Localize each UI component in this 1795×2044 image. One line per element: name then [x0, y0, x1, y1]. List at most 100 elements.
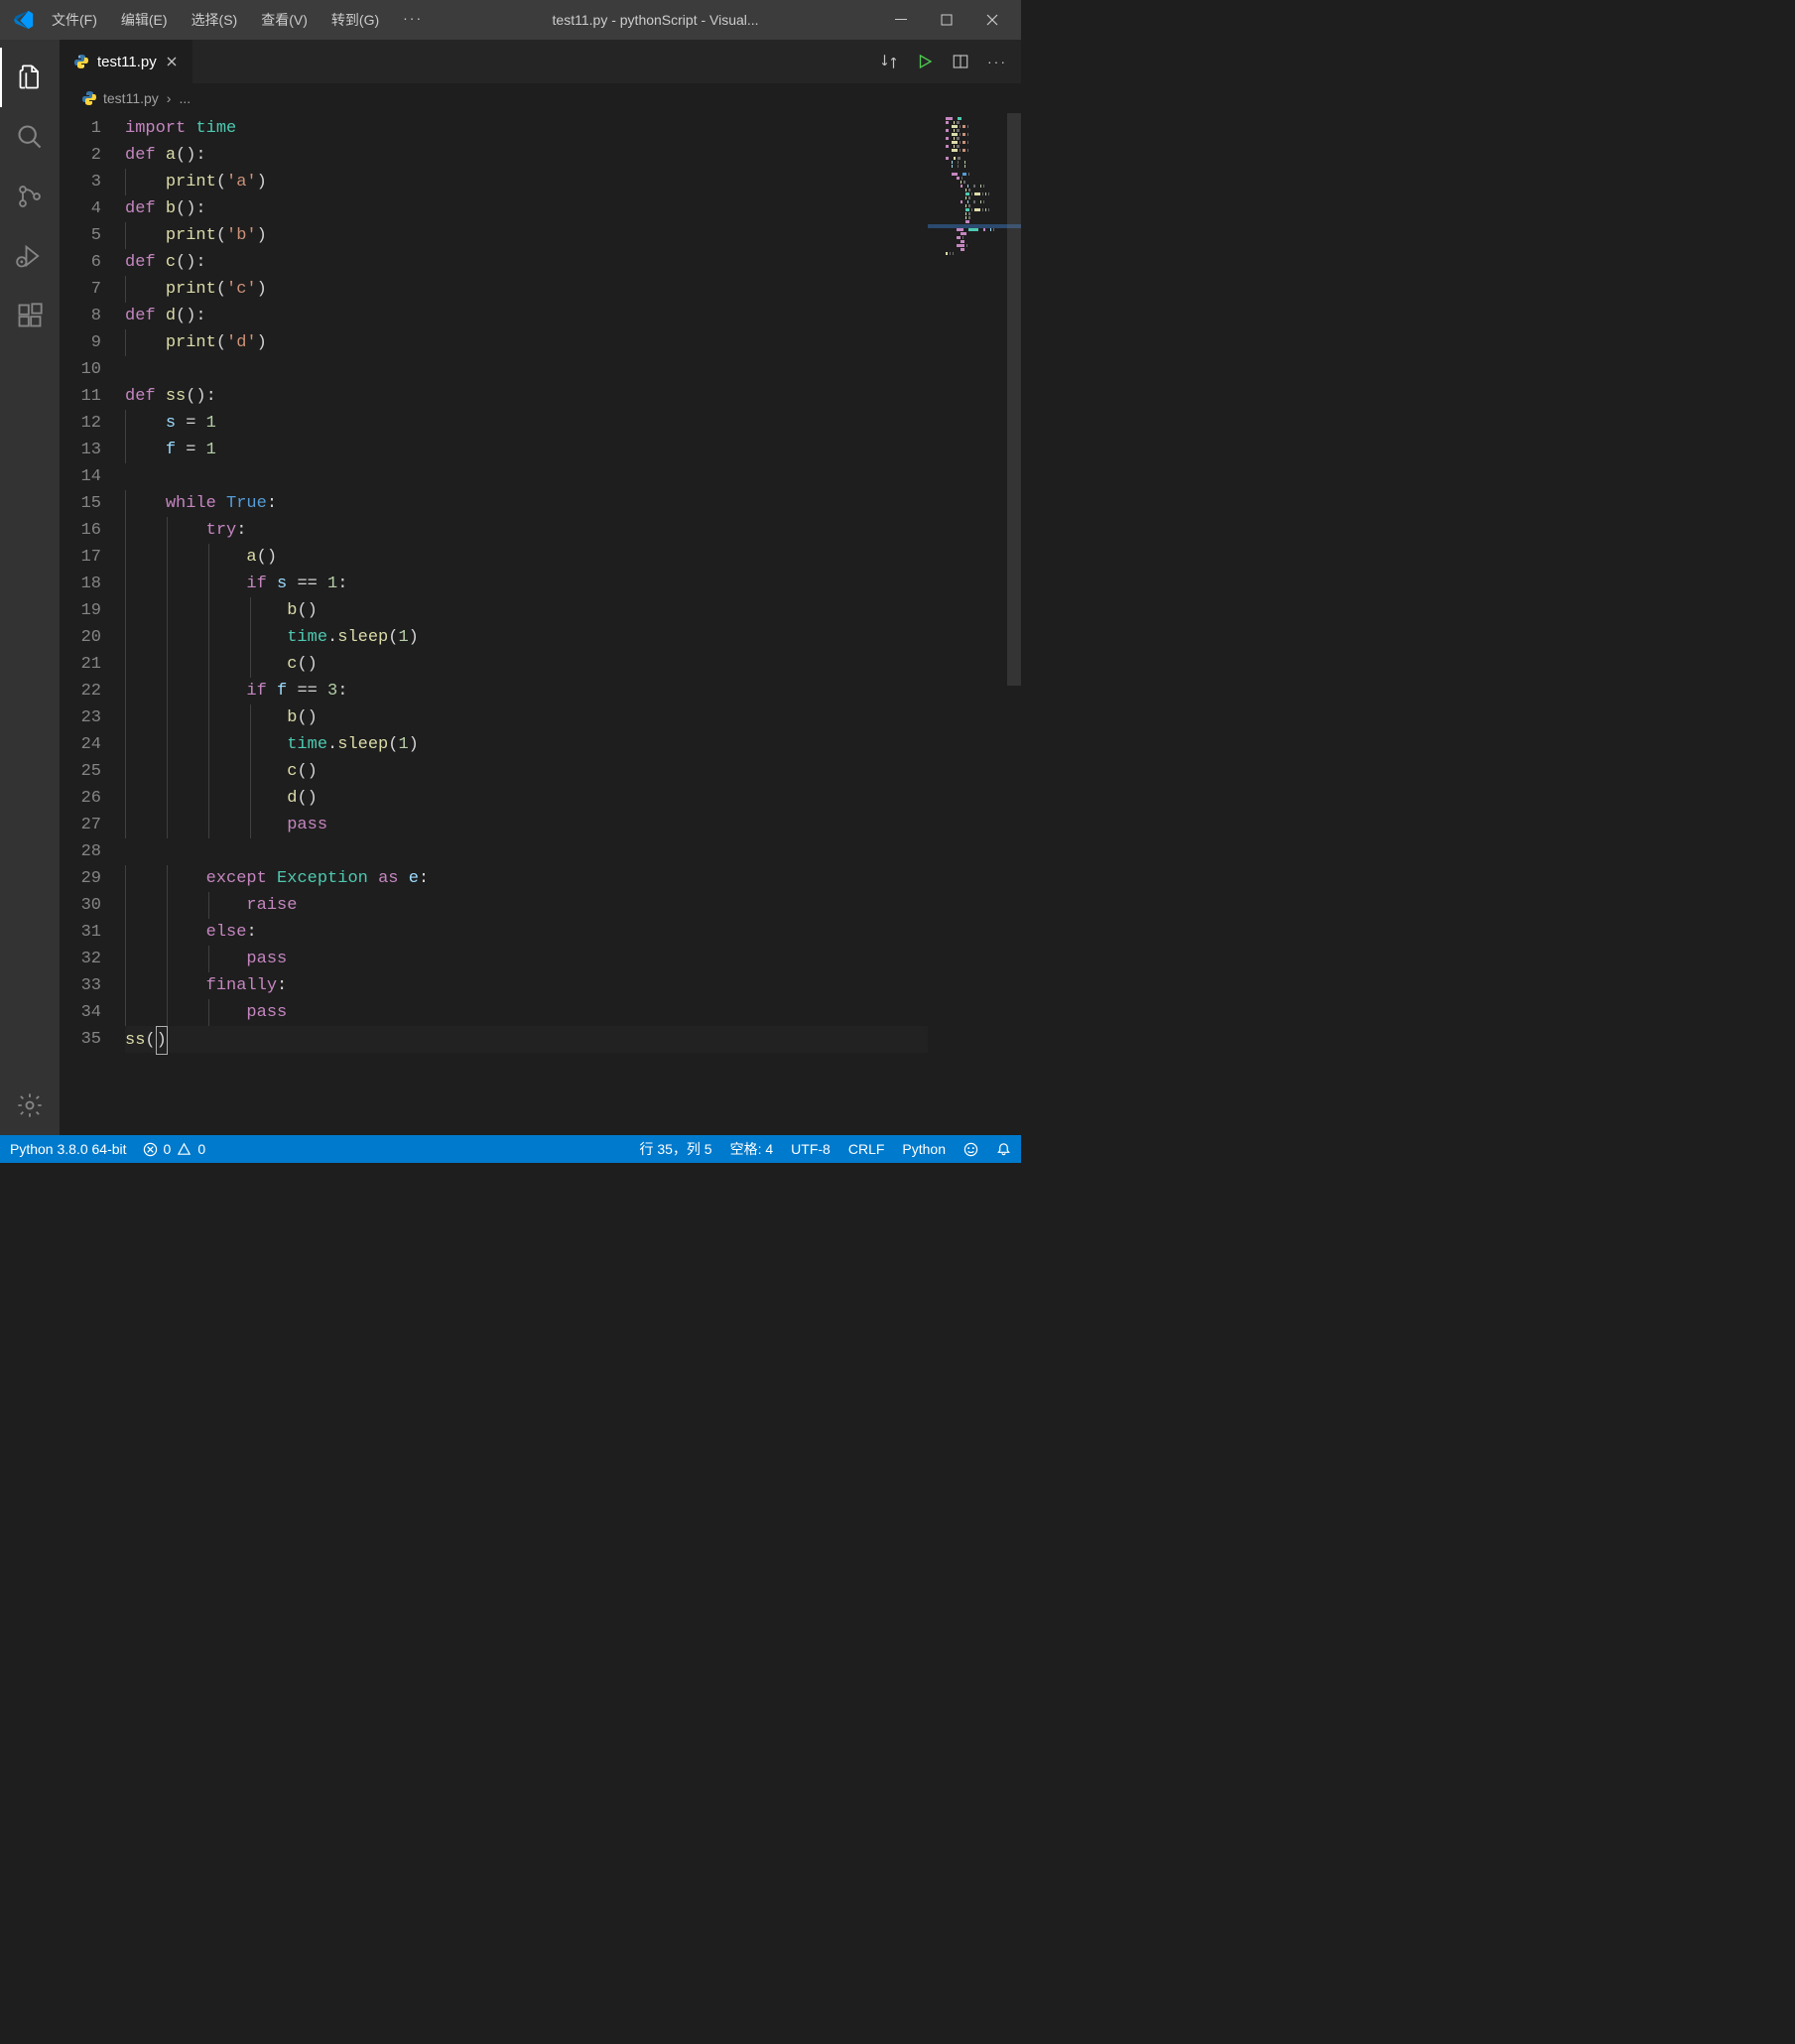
- code-line[interactable]: try:: [125, 517, 1021, 544]
- breadcrumbs[interactable]: test11.py › ...: [60, 83, 1021, 113]
- code-line[interactable]: print('c'): [125, 276, 1021, 303]
- code-line[interactable]: c(): [125, 651, 1021, 678]
- more-actions-icon[interactable]: ···: [987, 54, 1007, 69]
- run-icon[interactable]: [916, 53, 934, 70]
- code-line[interactable]: print('a'): [125, 169, 1021, 195]
- menu-selection[interactable]: 选择(S): [182, 5, 248, 35]
- line-number[interactable]: 11: [60, 383, 101, 410]
- code-line[interactable]: import time: [125, 115, 1021, 142]
- line-number[interactable]: 15: [60, 490, 101, 517]
- line-number[interactable]: 1: [60, 115, 101, 142]
- line-number[interactable]: 28: [60, 838, 101, 865]
- line-number[interactable]: 30: [60, 892, 101, 919]
- settings-gear-icon[interactable]: [0, 1076, 60, 1135]
- code-line[interactable]: def ss():: [125, 383, 1021, 410]
- code-line[interactable]: pass: [125, 999, 1021, 1026]
- code-line[interactable]: print('d'): [125, 329, 1021, 356]
- line-number[interactable]: 23: [60, 704, 101, 731]
- status-bell-icon[interactable]: [996, 1142, 1011, 1157]
- menu-overflow[interactable]: ···: [393, 5, 433, 35]
- code-line[interactable]: b(): [125, 597, 1021, 624]
- code-line[interactable]: if f == 3:: [125, 678, 1021, 704]
- menu-go[interactable]: 转到(G): [321, 5, 389, 35]
- code-line[interactable]: raise: [125, 892, 1021, 919]
- code-line[interactable]: [125, 356, 1021, 383]
- code-line[interactable]: time.sleep(1): [125, 731, 1021, 758]
- tab-close-icon[interactable]: [165, 55, 179, 68]
- line-number[interactable]: 4: [60, 195, 101, 222]
- code-line[interactable]: else:: [125, 919, 1021, 946]
- search-icon[interactable]: [0, 107, 60, 167]
- code-line[interactable]: finally:: [125, 972, 1021, 999]
- explorer-icon[interactable]: [0, 48, 60, 107]
- code-line[interactable]: if s == 1:: [125, 571, 1021, 597]
- code-line[interactable]: d(): [125, 785, 1021, 812]
- line-number[interactable]: 7: [60, 276, 101, 303]
- line-number[interactable]: 32: [60, 946, 101, 972]
- extensions-icon[interactable]: [0, 286, 60, 345]
- code-line[interactable]: a(): [125, 544, 1021, 571]
- line-number[interactable]: 10: [60, 356, 101, 383]
- status-python-version[interactable]: Python 3.8.0 64-bit: [10, 1141, 127, 1157]
- line-number[interactable]: 8: [60, 303, 101, 329]
- status-indent[interactable]: 空格: 4: [730, 1139, 774, 1159]
- line-number[interactable]: 17: [60, 544, 101, 571]
- code-line[interactable]: except Exception as e:: [125, 865, 1021, 892]
- menu-edit[interactable]: 编辑(E): [111, 5, 178, 35]
- line-number[interactable]: 6: [60, 249, 101, 276]
- line-number[interactable]: 26: [60, 785, 101, 812]
- line-number[interactable]: 19: [60, 597, 101, 624]
- line-number[interactable]: 5: [60, 222, 101, 249]
- line-number[interactable]: 35: [60, 1026, 101, 1053]
- line-number[interactable]: 29: [60, 865, 101, 892]
- code-line[interactable]: while True:: [125, 490, 1021, 517]
- code-line[interactable]: [125, 838, 1021, 865]
- split-editor-icon[interactable]: [952, 53, 969, 70]
- line-number[interactable]: 18: [60, 571, 101, 597]
- line-number[interactable]: 22: [60, 678, 101, 704]
- editor-body[interactable]: 1234567891011121314151617181920212223242…: [60, 113, 1021, 1135]
- line-number[interactable]: 20: [60, 624, 101, 651]
- code-content[interactable]: import timedef a(): print('a')def b(): p…: [125, 113, 1021, 1135]
- debug-icon[interactable]: [0, 226, 60, 286]
- code-line[interactable]: f = 1: [125, 437, 1021, 463]
- code-line[interactable]: c(): [125, 758, 1021, 785]
- status-feedback-icon[interactable]: [963, 1142, 978, 1157]
- line-number[interactable]: 24: [60, 731, 101, 758]
- line-number[interactable]: 34: [60, 999, 101, 1026]
- status-problems[interactable]: 0 0: [143, 1141, 206, 1157]
- code-line[interactable]: pass: [125, 946, 1021, 972]
- code-line[interactable]: def b():: [125, 195, 1021, 222]
- menu-view[interactable]: 查看(V): [251, 5, 318, 35]
- line-gutter[interactable]: 1234567891011121314151617181920212223242…: [60, 113, 125, 1135]
- line-number[interactable]: 21: [60, 651, 101, 678]
- code-line[interactable]: print('b'): [125, 222, 1021, 249]
- code-line[interactable]: pass: [125, 812, 1021, 838]
- line-number[interactable]: 31: [60, 919, 101, 946]
- tab-test11[interactable]: test11.py: [60, 40, 193, 83]
- close-button[interactable]: [969, 0, 1015, 40]
- line-number[interactable]: 13: [60, 437, 101, 463]
- line-number[interactable]: 9: [60, 329, 101, 356]
- status-language[interactable]: Python: [902, 1141, 946, 1157]
- line-number[interactable]: 27: [60, 812, 101, 838]
- code-line[interactable]: [125, 463, 1021, 490]
- code-line[interactable]: ss(): [125, 1026, 1021, 1053]
- code-line[interactable]: s = 1: [125, 410, 1021, 437]
- code-line[interactable]: def c():: [125, 249, 1021, 276]
- line-number[interactable]: 25: [60, 758, 101, 785]
- status-encoding[interactable]: UTF-8: [791, 1141, 831, 1157]
- line-number[interactable]: 2: [60, 142, 101, 169]
- minimize-button[interactable]: [878, 0, 924, 40]
- scrollbar-thumb[interactable]: [1007, 113, 1021, 686]
- line-number[interactable]: 3: [60, 169, 101, 195]
- source-control-icon[interactable]: [0, 167, 60, 226]
- maximize-button[interactable]: [924, 0, 969, 40]
- line-number[interactable]: 14: [60, 463, 101, 490]
- status-eol[interactable]: CRLF: [848, 1141, 885, 1157]
- status-cursor-pos[interactable]: 行 35，列 5: [639, 1139, 711, 1159]
- code-line[interactable]: def a():: [125, 142, 1021, 169]
- menu-file[interactable]: 文件(F): [42, 5, 107, 35]
- line-number[interactable]: 16: [60, 517, 101, 544]
- line-number[interactable]: 12: [60, 410, 101, 437]
